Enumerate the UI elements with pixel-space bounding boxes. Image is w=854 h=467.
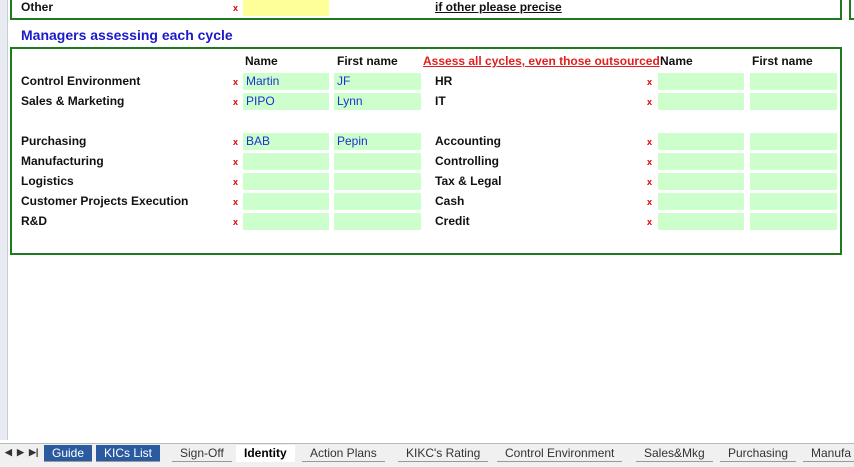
name-input[interactable] — [658, 193, 744, 210]
sheet-tab[interactable]: Identity — [236, 445, 295, 462]
name-input[interactable] — [658, 173, 744, 190]
sheet-tab[interactable]: Guide — [44, 445, 93, 462]
first-name-input[interactable]: Lynn — [334, 93, 421, 110]
sheet-tab[interactable]: KIKC's Rating — [398, 445, 489, 462]
cycle-label: Credit — [435, 214, 470, 228]
sheet-tab[interactable]: Sign-Off — [172, 445, 232, 462]
required-mark: x — [233, 137, 239, 147]
required-mark: x — [233, 217, 239, 227]
first-sheet-icon[interactable]: ◀ — [5, 447, 12, 458]
header-name-right: Name — [660, 54, 693, 68]
required-mark: x — [647, 157, 653, 167]
other-input[interactable] — [243, 0, 329, 16]
first-name-input[interactable] — [750, 133, 837, 150]
cycle-label: Control Environment — [21, 74, 141, 88]
first-name-input[interactable] — [334, 193, 421, 210]
required-mark: x — [647, 197, 653, 207]
name-input[interactable] — [243, 173, 329, 190]
cycle-label: Tax & Legal — [435, 174, 502, 188]
last-sheet-icon[interactable]: ▶| — [29, 447, 38, 458]
cycle-label: Sales & Marketing — [21, 94, 125, 108]
name-input[interactable] — [243, 193, 329, 210]
cycle-label: Customer Projects Execution — [21, 194, 189, 208]
name-input[interactable] — [658, 153, 744, 170]
header-first-name: First name — [337, 54, 398, 68]
required-mark: x — [647, 137, 653, 147]
other-section-box — [10, 0, 842, 20]
first-name-input[interactable] — [750, 213, 837, 230]
name-input[interactable] — [658, 213, 744, 230]
required-mark: x — [233, 3, 239, 13]
sheet-tab[interactable]: Sales&Mkg — [636, 445, 713, 462]
name-input[interactable] — [243, 153, 329, 170]
header-first-name-right: First name — [752, 54, 813, 68]
cycle-label: Controlling — [435, 154, 499, 168]
cycle-label: Accounting — [435, 134, 501, 148]
name-input[interactable] — [658, 73, 744, 90]
name-input[interactable]: PIPO — [243, 93, 329, 110]
cycle-label: Purchasing — [21, 134, 87, 148]
first-name-input[interactable] — [750, 193, 837, 210]
sheet-tab-bar: ◀ ▶ ▶| Guide KICs List Sign-Off Identity Act… — [0, 443, 854, 467]
cycle-label: Logistics — [21, 174, 74, 188]
name-input[interactable] — [243, 213, 329, 230]
first-name-input[interactable]: Pepin — [334, 133, 421, 150]
sheet-tab[interactable]: Purchasing — [720, 445, 797, 462]
next-sheet-icon[interactable]: ▶ — [17, 447, 24, 458]
required-mark: x — [647, 177, 653, 187]
cycle-label: HR — [435, 74, 453, 88]
required-mark: x — [233, 197, 239, 207]
other-label: Other — [21, 0, 54, 14]
sheet-tab[interactable]: Action Plans — [302, 445, 385, 462]
sheet-tab[interactable]: KICs List — [96, 445, 161, 462]
first-name-input[interactable] — [750, 93, 837, 110]
required-mark: x — [647, 217, 653, 227]
cycle-label: R&D — [21, 214, 47, 228]
name-input[interactable]: BAB — [243, 133, 329, 150]
adjacent-box — [849, 0, 854, 20]
first-name-input[interactable] — [334, 173, 421, 190]
required-mark: x — [233, 177, 239, 187]
required-mark: x — [233, 77, 239, 87]
first-name-input[interactable] — [750, 153, 837, 170]
required-mark: x — [233, 97, 239, 107]
outsourced-note: Assess all cycles, even those outsourced — [423, 54, 660, 68]
first-name-input[interactable] — [750, 73, 837, 90]
row-header-strip — [0, 0, 8, 440]
sheet-tab[interactable]: Manufa — [803, 445, 854, 462]
required-mark: x — [647, 77, 653, 87]
cycle-label: Cash — [435, 194, 465, 208]
first-name-input[interactable] — [334, 153, 421, 170]
cycle-label: IT — [435, 94, 446, 108]
precise-label: if other please precise — [435, 0, 562, 14]
required-mark: x — [647, 97, 653, 107]
header-name: Name — [245, 54, 278, 68]
section-title: Managers assessing each cycle — [21, 27, 233, 43]
name-input[interactable] — [658, 93, 744, 110]
first-name-input[interactable] — [750, 173, 837, 190]
name-input[interactable]: Martin — [243, 73, 329, 90]
first-name-input[interactable] — [334, 213, 421, 230]
first-name-input[interactable]: JF — [334, 73, 421, 90]
sheet-tab[interactable]: Control Environment — [497, 445, 623, 462]
name-input[interactable] — [658, 133, 744, 150]
required-mark: x — [233, 157, 239, 167]
cycle-label: Manufacturing — [21, 154, 104, 168]
